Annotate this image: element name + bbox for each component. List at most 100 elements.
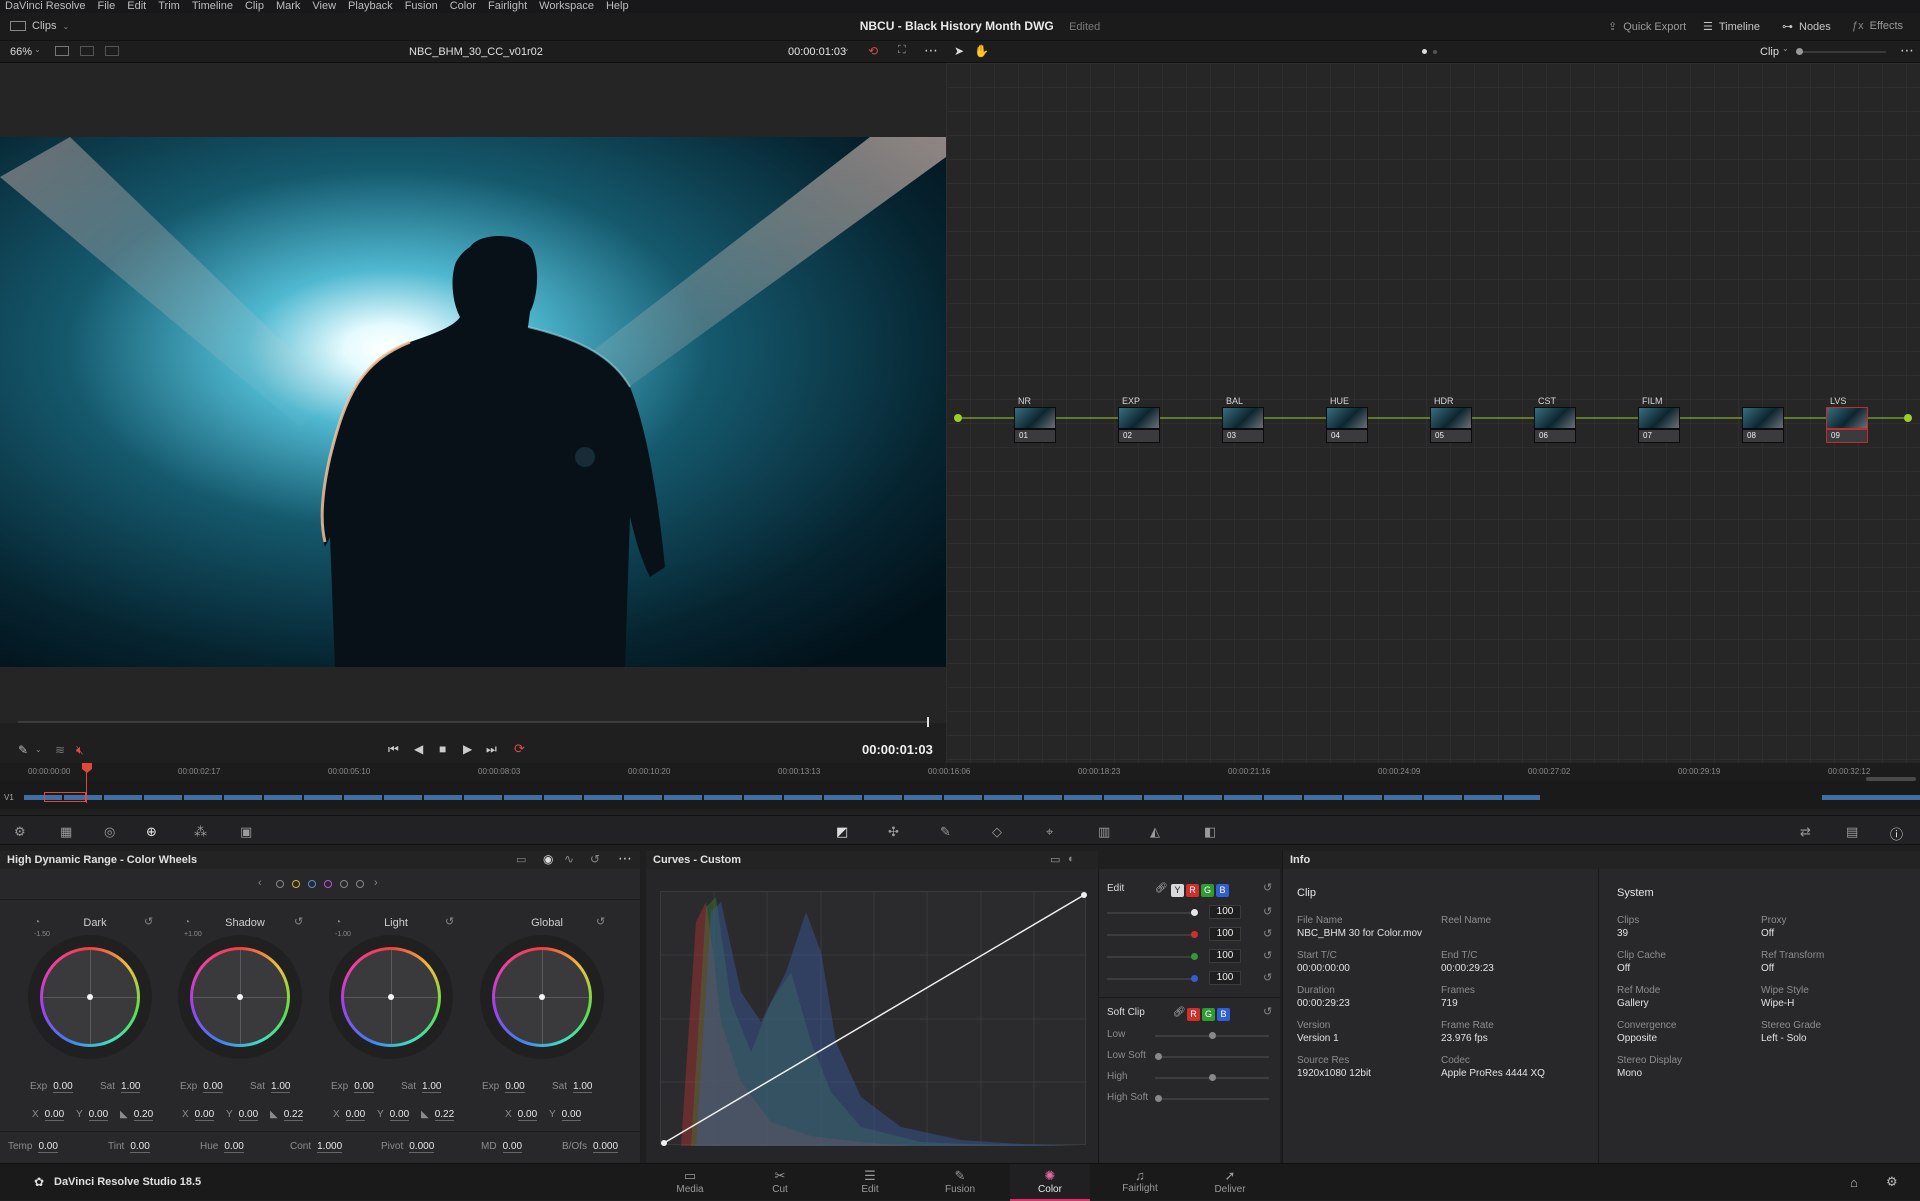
reset-icon[interactable]: ↺	[1263, 881, 1272, 894]
qualifier-icon[interactable]: ✎	[940, 824, 951, 840]
playhead-handle[interactable]	[82, 763, 92, 773]
luma-field[interactable]: ◣ 0.20	[120, 1109, 154, 1121]
clips-button[interactable]: Clips ⌄	[10, 20, 69, 32]
chevron-left-icon[interactable]: ‹	[258, 877, 262, 889]
scrub-bar[interactable]	[18, 721, 928, 723]
x-field[interactable]: X 0.00	[32, 1109, 65, 1121]
vectorscope-icon[interactable]: ∿	[564, 852, 574, 866]
menu-color[interactable]: Color	[450, 0, 476, 13]
reset-icon[interactable]: ↺	[1263, 905, 1272, 918]
md-field[interactable]: MD 0.00	[481, 1141, 523, 1153]
soft-clip-high-soft-slider[interactable]	[1155, 1098, 1269, 1100]
node-zoom-slider[interactable]	[1796, 51, 1886, 53]
hand-icon[interactable]: ✋	[974, 44, 989, 58]
node-hue[interactable]: HUE 04	[1326, 396, 1368, 447]
color-warper-icon[interactable]: ✣	[888, 824, 899, 840]
x-value[interactable]: 0.00	[517, 1109, 538, 1121]
blur-icon[interactable]: ◭	[1150, 824, 1160, 840]
soft-clip-low-knob[interactable]	[1209, 1032, 1216, 1039]
zone-dot-icon[interactable]	[356, 880, 364, 888]
hdr-wheels-icon[interactable]: ⊕	[146, 824, 157, 840]
exp-field[interactable]: Exp 0.00	[482, 1081, 525, 1093]
page-tab-deliver[interactable]: ➚ Deliver	[1190, 1164, 1270, 1201]
chevron-right-icon[interactable]: ›	[374, 877, 378, 889]
b-intensity-value[interactable]: 100	[1209, 971, 1241, 985]
exp-value[interactable]: 0.00	[505, 1081, 525, 1093]
link-icon[interactable]: 🔗︎	[1173, 1007, 1186, 1018]
wheel-puck[interactable]	[539, 994, 545, 1000]
exp-value[interactable]: 0.00	[203, 1081, 223, 1093]
menu-mark[interactable]: Mark	[276, 0, 300, 13]
menu-timeline[interactable]: Timeline	[192, 0, 233, 13]
g-slider-knob[interactable]	[1191, 953, 1198, 960]
y-field[interactable]: Y 0.00	[549, 1109, 582, 1121]
page-tab-edit[interactable]: ☰ Edit	[830, 1164, 910, 1201]
r-slider-knob[interactable]	[1191, 931, 1198, 938]
soft-clip-low-soft-slider[interactable]	[1155, 1056, 1269, 1058]
wipe-viewer-icon[interactable]	[105, 46, 119, 56]
node-hdr[interactable]: HDR 05	[1430, 396, 1472, 447]
timeline-track-area[interactable]: V1	[0, 763, 1920, 809]
channel-y-button[interactable]: Y	[1171, 884, 1184, 897]
pivot-value[interactable]: 0.000	[409, 1141, 435, 1153]
node-cst[interactable]: CST 06	[1534, 396, 1576, 447]
zone-dot-icon[interactable]	[340, 880, 348, 888]
3d-icon[interactable]: ▤	[1846, 824, 1858, 840]
soft-clip-b-button[interactable]: B	[1217, 1008, 1230, 1021]
temp-field[interactable]: Temp 0.00	[8, 1141, 58, 1153]
zone-dot-icon[interactable]	[324, 880, 332, 888]
reset-icon[interactable]: ↺	[144, 915, 153, 928]
loop-icon[interactable]: ⟳	[514, 741, 525, 757]
more-options-icon[interactable]: ⋯	[1900, 42, 1914, 59]
window-icon[interactable]: ◇	[992, 824, 1002, 840]
bypass-icon[interactable]: ⟲	[868, 44, 878, 58]
y-field[interactable]: Y 0.00	[76, 1109, 109, 1121]
reverse-play-icon[interactable]: ◀︎	[414, 742, 423, 756]
curve-mode-icon[interactable]: ◐	[1068, 853, 1075, 865]
y-value[interactable]: 0.00	[88, 1109, 109, 1121]
hue-field[interactable]: Hue 0.00	[200, 1141, 244, 1153]
curve-graph[interactable]	[660, 891, 1087, 1146]
md-value[interactable]: 0.00	[502, 1141, 523, 1153]
black-offset-field[interactable]: B/Ofs 0.000	[562, 1141, 619, 1153]
g-intensity-value[interactable]: 100	[1209, 949, 1241, 963]
curves-icon[interactable]: ◩	[836, 824, 848, 840]
exp-field[interactable]: Exp 0.00	[30, 1081, 73, 1093]
node-08[interactable]: 08	[1742, 407, 1784, 447]
nodes-toggle-button[interactable]: ⊶ Nodes	[1782, 20, 1831, 34]
node-mode-dropdown[interactable]: Clip	[1760, 46, 1779, 58]
soft-clip-low-soft-knob[interactable]	[1155, 1053, 1162, 1060]
page-tab-fairlight[interactable]: ♫ Fairlight	[1100, 1164, 1180, 1201]
tracker-icon[interactable]: ⌖	[1046, 824, 1053, 840]
sat-field[interactable]: Sat 1.00	[250, 1081, 291, 1093]
reset-icon[interactable]: ↺	[294, 915, 303, 928]
sat-field[interactable]: Sat 1.00	[100, 1081, 141, 1093]
more-options-icon[interactable]: ⋯	[924, 42, 938, 59]
x-field[interactable]: X 0.00	[182, 1109, 215, 1121]
menu-trim[interactable]: Trim	[158, 0, 180, 13]
sat-value[interactable]: 1.00	[271, 1081, 291, 1093]
x-value[interactable]: 0.00	[44, 1109, 65, 1121]
page-tab-media[interactable]: ▭ Media	[650, 1164, 730, 1201]
y-slider-knob[interactable]	[1191, 909, 1198, 916]
node-bal[interactable]: BAL 03	[1222, 396, 1264, 447]
luma-field[interactable]: ◣ 0.22	[270, 1109, 304, 1121]
menu-fusion[interactable]: Fusion	[405, 0, 438, 13]
color-wheel[interactable]	[178, 935, 302, 1059]
mute-icon[interactable]: 🔇︎	[76, 743, 84, 758]
quick-export-button[interactable]: ⇪ Quick Export	[1608, 20, 1686, 34]
zone-dot-icon[interactable]	[292, 880, 300, 888]
reset-icon[interactable]: ↺	[1263, 971, 1272, 984]
pointer-icon[interactable]: ➤	[954, 44, 964, 58]
menu-app[interactable]: DaVinci Resolve	[5, 0, 86, 13]
page-tab-cut[interactable]: ✂︎ Cut	[740, 1164, 820, 1201]
hue-value[interactable]: 0.00	[224, 1141, 244, 1153]
color-wheel[interactable]	[480, 935, 604, 1059]
eyedropper-icon[interactable]: ✎	[18, 743, 28, 757]
menu-playback[interactable]: Playback	[348, 0, 393, 13]
node-zoom-knob[interactable]	[1796, 48, 1803, 55]
page-dot-icon[interactable]	[1422, 49, 1427, 54]
y-value[interactable]: 0.00	[561, 1109, 582, 1121]
clip-name-dropdown[interactable]: NBC_BHM_30_CC_v01r02	[409, 46, 543, 58]
x-value[interactable]: 0.00	[345, 1109, 366, 1121]
